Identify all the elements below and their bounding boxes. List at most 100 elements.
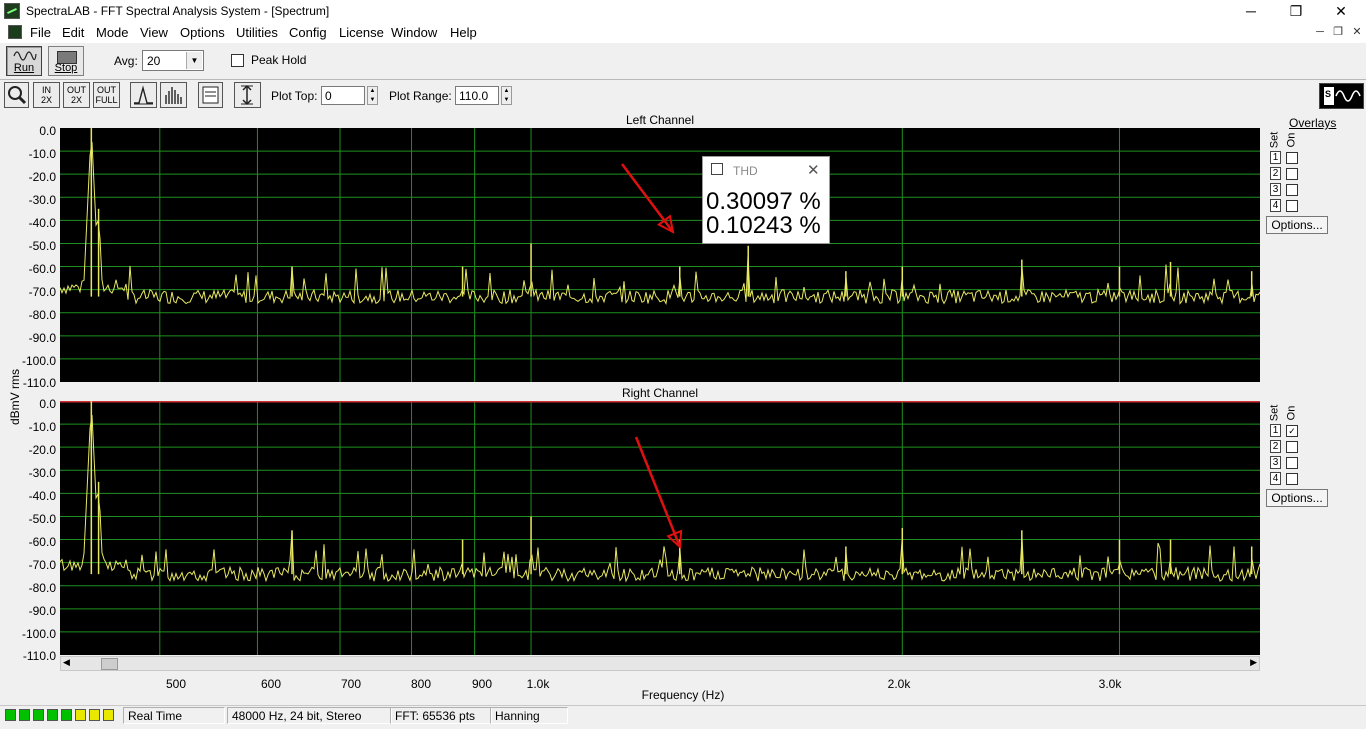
x-tick: 1.0k xyxy=(526,677,550,691)
overlay-on-checkbox[interactable] xyxy=(1286,152,1298,164)
zoom-in-2x-icon[interactable]: IN 2X xyxy=(33,82,60,108)
overlay-on-checkbox[interactable] xyxy=(1286,457,1298,469)
right-channel-title: Right Channel xyxy=(621,386,699,400)
y-tick-left: -40.0 xyxy=(28,216,56,230)
overlay-on-checkbox[interactable] xyxy=(1286,168,1298,180)
y-tick-left: -30.0 xyxy=(28,193,56,207)
right-options-button[interactable]: Options... xyxy=(1266,489,1328,507)
avg-label: Avg: xyxy=(114,54,138,68)
menu-window[interactable]: Window xyxy=(391,25,437,40)
mdi-restore-button[interactable]: ❐ xyxy=(1330,24,1346,40)
document-icon[interactable] xyxy=(8,25,22,39)
avg-select[interactable]: 20 ▼ xyxy=(142,50,204,71)
autoscale-icon[interactable] xyxy=(234,82,261,108)
thd-title: THD xyxy=(733,164,758,178)
y-tick-right: -30.0 xyxy=(28,466,56,480)
plot-range-label: Plot Range: xyxy=(389,89,452,103)
y-tick-right: -40.0 xyxy=(28,489,56,503)
status-window: Hanning xyxy=(490,707,568,724)
left-channel-plot[interactable] xyxy=(60,128,1260,382)
menu-options[interactable]: Options xyxy=(180,25,225,40)
mdi-minimize-button[interactable]: ─ xyxy=(1312,24,1328,40)
level-meter-led xyxy=(75,709,86,721)
line-plot-icon[interactable] xyxy=(130,82,157,108)
overlay-set-4[interactable]: 4 xyxy=(1270,199,1281,212)
x-tick: 3.0k xyxy=(1098,677,1122,691)
overlay-on-checkbox[interactable] xyxy=(1286,441,1298,453)
close-button[interactable]: ✕ xyxy=(1318,0,1364,22)
menu-help[interactable]: Help xyxy=(450,25,477,40)
status-format: 48000 Hz, 24 bit, Stereo xyxy=(227,707,392,724)
right-channel-plot[interactable] xyxy=(60,401,1260,655)
scroll-left-icon[interactable]: ◀ xyxy=(63,657,70,668)
y-tick-right: -70.0 xyxy=(28,558,56,572)
plot-range-input[interactable]: 110.0 xyxy=(455,86,499,105)
scroll-right-icon[interactable]: ▶ xyxy=(1250,657,1257,668)
spectralab-logo: S xyxy=(1319,83,1364,109)
overlay-set-3[interactable]: 3 xyxy=(1270,183,1281,196)
zoom-out-bottom-text: 2X xyxy=(70,95,82,105)
overlay-set-2[interactable]: 2 xyxy=(1270,167,1281,180)
overlay-set-1[interactable]: 1 xyxy=(1270,151,1281,164)
mdi-close-button[interactable]: ✕ xyxy=(1349,24,1365,40)
y-tick-left: -70.0 xyxy=(28,285,56,299)
menu-license[interactable]: License xyxy=(339,25,384,40)
level-meter-led xyxy=(103,709,114,721)
overlay-set-1[interactable]: 1 xyxy=(1270,424,1281,437)
overlay-set-2[interactable]: 2 xyxy=(1270,440,1281,453)
stop-button[interactable]: Stop xyxy=(48,46,84,76)
thd-window[interactable]: THD ✕ 0.30097 % 0.10243 % xyxy=(702,156,830,244)
y-tick-right: -20.0 xyxy=(28,443,56,457)
overlay-set-4[interactable]: 4 xyxy=(1270,472,1281,485)
menu-mode[interactable]: Mode xyxy=(96,25,129,40)
x-axis-label: Frequency (Hz) xyxy=(641,688,725,702)
dropdown-arrow-icon[interactable]: ▼ xyxy=(186,52,202,69)
spectralab-app-icon xyxy=(4,3,20,19)
display-settings-icon[interactable] xyxy=(198,82,223,108)
magnify-icon[interactable] xyxy=(4,82,29,108)
bar-plot-icon[interactable] xyxy=(160,82,187,108)
menu-edit[interactable]: Edit xyxy=(62,25,84,40)
level-meter-led xyxy=(33,709,44,721)
plot-range-spinner[interactable]: ▲ ▼ xyxy=(501,86,512,105)
run-button[interactable]: Run xyxy=(6,46,42,76)
y-tick-left: -60.0 xyxy=(28,262,56,276)
menu-utilities[interactable]: Utilities xyxy=(236,25,278,40)
overlay-on-checkbox[interactable] xyxy=(1286,200,1298,212)
avg-value: 20 xyxy=(147,54,161,68)
stop-label: Stop xyxy=(54,62,78,74)
level-meter-led xyxy=(61,709,72,721)
overlay-set-3[interactable]: 3 xyxy=(1270,456,1281,469)
peak-hold-checkbox[interactable] xyxy=(231,54,244,67)
minimize-button[interactable]: ─ xyxy=(1228,0,1274,22)
y-tick-left: -80.0 xyxy=(28,308,56,322)
scroll-thumb[interactable] xyxy=(101,658,118,670)
status-fft-size: FFT: 65536 pts xyxy=(390,707,492,724)
y-tick-left: -20.0 xyxy=(28,170,56,184)
menu-view[interactable]: View xyxy=(140,25,168,40)
level-meter-led xyxy=(47,709,58,721)
menu-file[interactable]: File xyxy=(30,25,51,40)
zoom-full-top-text: OUT xyxy=(97,85,116,95)
plot-top-spinner[interactable]: ▲ ▼ xyxy=(367,86,378,105)
overlays-title[interactable]: Overlays xyxy=(1289,116,1336,130)
plot-top-input[interactable]: 0 xyxy=(321,86,365,105)
level-meter-led xyxy=(89,709,100,721)
x-tick: 800 xyxy=(410,677,432,691)
thd-right-value: 0.10243 % xyxy=(706,212,821,239)
spectrum-trace xyxy=(60,141,1260,306)
overlay-on-checkbox[interactable] xyxy=(1286,473,1298,485)
x-tick: 600 xyxy=(260,677,282,691)
zoom-out-full-icon[interactable]: OUT FULL xyxy=(93,82,120,108)
thd-close-icon[interactable]: ✕ xyxy=(807,161,820,179)
zoom-full-bottom-text: FULL xyxy=(95,95,118,105)
zoom-out-2x-icon[interactable]: OUT 2X xyxy=(63,82,90,108)
horizontal-scrollbar[interactable]: ◀ ▶ xyxy=(60,656,1260,671)
left-options-button[interactable]: Options... xyxy=(1266,216,1328,234)
menu-config[interactable]: Config xyxy=(289,25,327,40)
overlay-on-label: On xyxy=(1285,132,1298,148)
maximize-button[interactable]: ❐ xyxy=(1273,0,1319,22)
overlay-on-checkbox[interactable] xyxy=(1286,184,1298,196)
overlay-on-checkbox[interactable]: ✓ xyxy=(1286,425,1298,437)
y-tick-right: -80.0 xyxy=(28,581,56,595)
